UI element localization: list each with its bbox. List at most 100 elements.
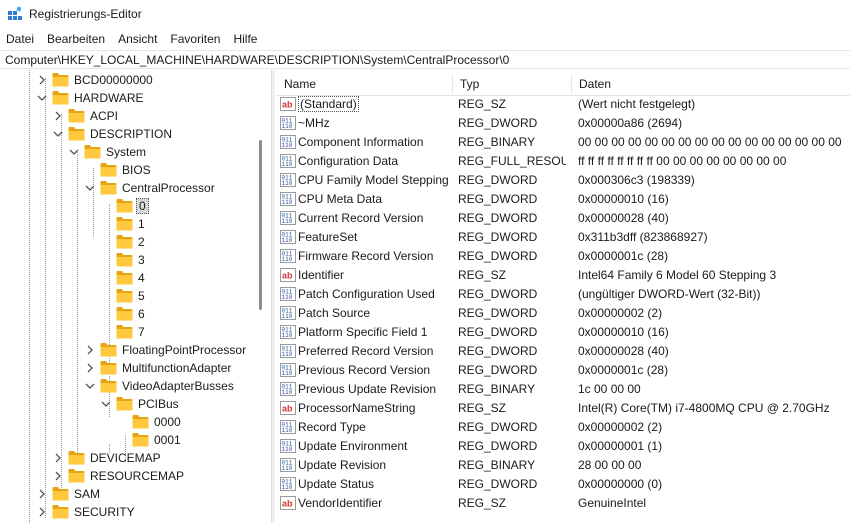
value-row[interactable]: 011 110 Previous Update Revision REG_BINARY… bbox=[276, 380, 850, 399]
tree-node-videoadapterbusses[interactable]: VideoAdapterBusses bbox=[0, 377, 271, 395]
value-row[interactable]: 011 110 Update Environment REG_DWORD 0x00000… bbox=[276, 437, 850, 456]
svg-text:110: 110 bbox=[282, 332, 293, 339]
menu-help[interactable]: Hilfe bbox=[227, 29, 264, 49]
value-row[interactable]: 011 110 Patch Configuration Used REG_DWORD (… bbox=[276, 285, 850, 304]
value-row[interactable]: 011 110 Record Type REG_DWORD 0x00000002 (2) bbox=[276, 418, 850, 437]
folder-icon bbox=[116, 216, 133, 231]
svg-text:110: 110 bbox=[282, 313, 293, 320]
menu-file[interactable]: Datei bbox=[0, 29, 41, 49]
address-bar[interactable]: Computer\HKEY_LOCAL_MACHINE\HARDWARE\DES… bbox=[0, 50, 850, 69]
binary-value-icon: 011 110 bbox=[280, 229, 296, 245]
chevron-right-icon[interactable] bbox=[37, 489, 47, 499]
tree-node-centralprocessor[interactable]: CentralProcessor bbox=[0, 179, 271, 197]
value-data: 0x00000028 (40) bbox=[578, 211, 669, 225]
tree-node-0[interactable]: 0 bbox=[0, 197, 271, 215]
tree-node-label: 7 bbox=[138, 325, 145, 339]
value-row[interactable]: 011 110 Component Information REG_BINARY 00 … bbox=[276, 133, 850, 152]
tree-node-label: VideoAdapterBusses bbox=[122, 379, 234, 393]
chevron-right-icon[interactable] bbox=[37, 507, 47, 517]
tree-node-5[interactable]: 5 bbox=[0, 287, 271, 305]
value-type: REG_SZ bbox=[458, 268, 507, 282]
tree-node-floatingpointprocessor[interactable]: FloatingPointProcessor bbox=[0, 341, 271, 359]
value-row[interactable]: 011 110 Platform Specific Field 1 REG_DWORD… bbox=[276, 323, 850, 342]
tree-node-label: BIOS bbox=[122, 163, 151, 177]
chevron-right-icon[interactable] bbox=[85, 345, 95, 355]
value-row[interactable]: 011110Configuration Data REG_FULL_RESOU..… bbox=[276, 152, 850, 171]
column-header-data[interactable]: Daten bbox=[571, 72, 611, 96]
value-name-text: VendorIdentifier bbox=[298, 496, 383, 510]
value-row[interactable]: 011 110 Preferred Record Version REG_DWORD 0… bbox=[276, 342, 850, 361]
value-row[interactable]: 011 110 CPU Meta Data REG_DWORD 0x00000010 (… bbox=[276, 190, 850, 209]
value-row[interactable]: ab ProcessorNameString REG_SZ Intel(R) Core… bbox=[276, 399, 850, 418]
folder-icon bbox=[100, 180, 117, 195]
column-header-name[interactable]: Name bbox=[276, 72, 316, 96]
value-row[interactable]: 011 110 Update Revision REG_BINARY 28 00 00 … bbox=[276, 456, 850, 475]
tree-node-6[interactable]: 6 bbox=[0, 305, 271, 323]
tree-node-0001[interactable]: 0001 bbox=[0, 431, 271, 449]
tree-node-3[interactable]: 3 bbox=[0, 251, 271, 269]
menu-view[interactable]: Ansicht bbox=[112, 29, 164, 49]
tree-node-description[interactable]: DESCRIPTION bbox=[0, 125, 271, 143]
title-bar[interactable]: Registrierungs-Editor bbox=[0, 0, 850, 29]
chevron-right-icon[interactable] bbox=[53, 471, 63, 481]
tree-node-2[interactable]: 2 bbox=[0, 233, 271, 251]
value-name: Update Revision bbox=[298, 456, 454, 475]
chevron-down-icon[interactable] bbox=[69, 147, 79, 157]
value-row[interactable]: 011 110 Patch Source REG_DWORD 0x00000002 (2… bbox=[276, 304, 850, 323]
chevron-down-icon[interactable] bbox=[101, 399, 111, 409]
key-tree[interactable]: BCD00000000 HARDWARE ACPI DESCRIPTION System… bbox=[0, 70, 271, 523]
pane-splitter[interactable] bbox=[271, 70, 275, 523]
tree-node-sam[interactable]: SAM bbox=[0, 485, 271, 503]
chevron-right-icon[interactable] bbox=[53, 453, 63, 463]
tree-scrollbar-thumb[interactable] bbox=[259, 140, 262, 310]
chevron-right-icon[interactable] bbox=[53, 111, 63, 121]
value-row[interactable]: 011 110 Previous Record Version REG_DWORD 0x… bbox=[276, 361, 850, 380]
tree-node-bcd00000000[interactable]: BCD00000000 bbox=[0, 71, 271, 89]
tree-node-multifunctionadapter[interactable]: MultifunctionAdapter bbox=[0, 359, 271, 377]
folder-icon bbox=[52, 72, 69, 87]
chevron-right-icon[interactable] bbox=[37, 75, 47, 85]
tree-node-system[interactable]: System bbox=[0, 143, 271, 161]
value-name-text: Identifier bbox=[298, 268, 345, 282]
chevron-right-icon[interactable] bbox=[85, 363, 95, 373]
value-row[interactable]: ab VendorIdentifier REG_SZ GenuineIntel bbox=[276, 494, 850, 513]
value-data: GenuineIntel bbox=[578, 496, 647, 510]
chevron-down-icon[interactable] bbox=[37, 93, 47, 103]
tree-node-devicemap[interactable]: DEVICEMAP bbox=[0, 449, 271, 467]
tree-node-hardware[interactable]: HARDWARE bbox=[0, 89, 271, 107]
tree-node-acpi[interactable]: ACPI bbox=[0, 107, 271, 125]
value-name: Preferred Record Version bbox=[298, 342, 454, 361]
chevron-down-icon[interactable] bbox=[85, 381, 95, 391]
value-row[interactable]: 011 110 Current Record Version REG_DWORD 0x0… bbox=[276, 209, 850, 228]
value-row[interactable]: 011 110 CPU Family Model Stepping REG_DWORD… bbox=[276, 171, 850, 190]
menu-edit[interactable]: Bearbeiten bbox=[41, 29, 112, 49]
value-row[interactable]: 011 110 Update Status REG_DWORD 0x00000000 (… bbox=[276, 475, 850, 494]
chevron-down-icon[interactable] bbox=[85, 183, 95, 193]
value-list[interactable]: Name Typ Daten ab (Standard) REG_SZ (Wert n… bbox=[276, 70, 850, 523]
tree-node-1[interactable]: 1 bbox=[0, 215, 271, 233]
binary-value-icon: 011 110 bbox=[280, 210, 296, 226]
column-header-type[interactable]: Typ bbox=[452, 72, 479, 96]
chevron-down-icon[interactable] bbox=[53, 129, 63, 139]
value-row[interactable]: ab (Standard) REG_SZ (Wert nicht festgelegt… bbox=[276, 95, 850, 114]
tree-node-0000[interactable]: 0000 bbox=[0, 413, 271, 431]
tree-node-security[interactable]: SECURITY bbox=[0, 503, 271, 521]
value-data: 0x0000001c (28) bbox=[578, 249, 669, 263]
value-row[interactable]: 011 110 FeatureSet REG_DWORD 0x311b3dff (823… bbox=[276, 228, 850, 247]
folder-icon bbox=[68, 108, 85, 123]
tree-node-4[interactable]: 4 bbox=[0, 269, 271, 287]
binary-value-icon: 011 110 bbox=[280, 115, 296, 131]
binary-value-icon: 011 110 bbox=[280, 362, 296, 378]
value-row[interactable]: 011 110 Firmware Record Version REG_DWORD 0x… bbox=[276, 247, 850, 266]
tree-node-pcibus[interactable]: PCIBus bbox=[0, 395, 271, 413]
tree-node-label: System bbox=[106, 145, 147, 159]
value-name: Update Environment bbox=[298, 437, 454, 456]
tree-node-bios[interactable]: BIOS bbox=[0, 161, 271, 179]
value-type: REG_SZ bbox=[458, 496, 507, 510]
tree-node-resourcemap[interactable]: RESOURCEMAP bbox=[0, 467, 271, 485]
tree-node-7[interactable]: 7 bbox=[0, 323, 271, 341]
menu-favorites[interactable]: Favoriten bbox=[164, 29, 227, 49]
value-row[interactable]: 011 110 ~MHz REG_DWORD 0x00000a86 (2694) bbox=[276, 114, 850, 133]
value-type: REG_DWORD bbox=[458, 116, 538, 130]
value-row[interactable]: ab Identifier REG_SZ Intel64 Family 6 Model… bbox=[276, 266, 850, 285]
